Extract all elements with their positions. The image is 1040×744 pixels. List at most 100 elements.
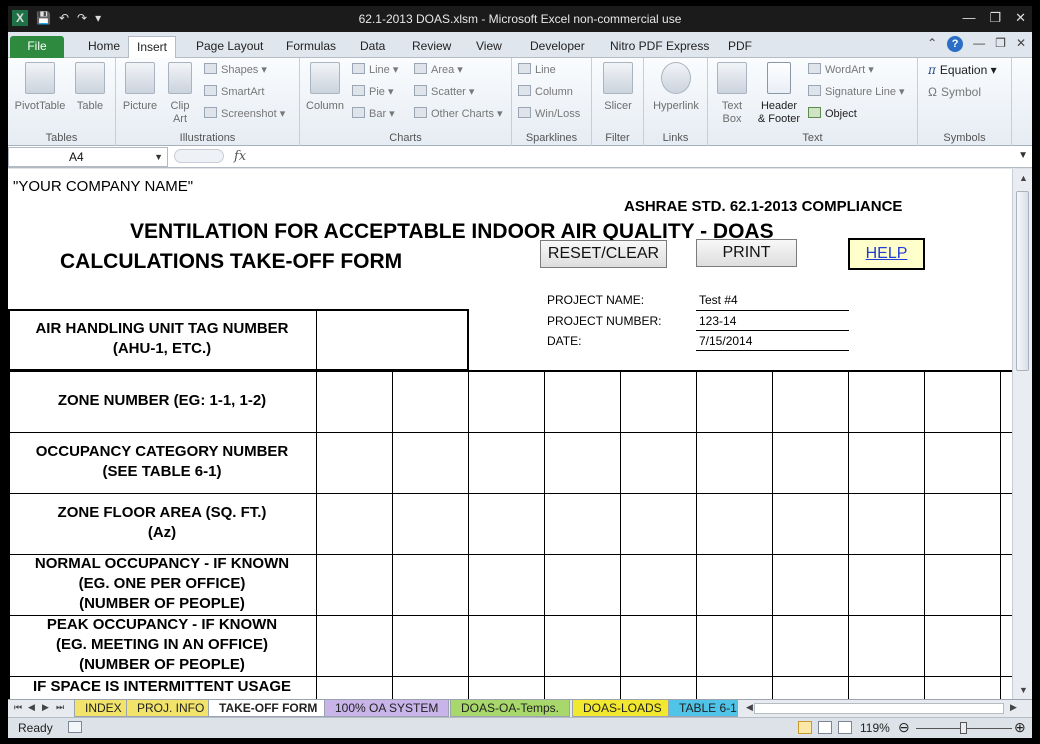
help-button[interactable]: HELP <box>848 238 925 270</box>
row-label-line1: IF SPACE IS INTERMITTENT USAGE <box>32 678 292 695</box>
reset-clear-button[interactable]: RESET/CLEAR <box>540 240 667 268</box>
workbook-minimize-icon[interactable]: — <box>973 36 985 52</box>
shapes-label: Shapes <box>221 64 259 76</box>
smartart-button[interactable]: SmartArt <box>204 84 264 100</box>
vertical-scroll-thumb[interactable] <box>1016 191 1029 371</box>
hyperlink-button[interactable]: Hyperlink <box>648 62 704 113</box>
hscroll-left-icon[interactable]: ◀ <box>746 702 753 713</box>
row-label-line1: NORMAL OCCUPANCY - IF KNOWN <box>34 555 290 572</box>
expand-formula-bar-icon[interactable]: ▼ <box>1018 150 1028 161</box>
tab-data[interactable]: Data <box>352 36 393 58</box>
sheet-tab-bar: ⏮ ◀ ▶ ⏭ INDEX PROJ. INFO TAKE-OFF FORM 1… <box>8 699 1032 717</box>
group-label-filter: Filter <box>605 132 630 144</box>
line-chart-button[interactable]: Line ▾ <box>352 62 398 78</box>
vertical-scrollbar[interactable]: ▲ ▼ <box>1012 169 1032 699</box>
next-sheet-icon[interactable]: ▶ <box>42 702 49 713</box>
insert-function-icon[interactable]: fx <box>234 149 246 164</box>
name-box-dropdown-icon[interactable]: ▼ <box>154 148 163 166</box>
sheet-tab-table-6-1[interactable]: TABLE 6-1 <box>668 700 738 717</box>
sheet-tab-take-off-form[interactable]: TAKE-OFF FORM <box>208 700 329 717</box>
sparkline-column-button[interactable]: Column <box>518 84 573 100</box>
help-icon[interactable]: ? <box>947 36 964 52</box>
close-icon[interactable]: ✕ <box>1015 10 1026 26</box>
formula-input[interactable] <box>256 149 996 165</box>
sheet-tab-index[interactable]: INDEX <box>74 700 133 717</box>
page-layout-view-icon[interactable] <box>818 721 832 734</box>
form-heading: VENTILATION FOR ACCEPTABLE INDOOR AIR QU… <box>130 220 774 243</box>
bar-chart-label: Bar <box>369 108 387 120</box>
zoom-in-icon[interactable]: ⊕ <box>1014 719 1026 736</box>
tab-developer[interactable]: Developer <box>522 36 593 58</box>
project-number-value[interactable]: 123-14 <box>699 314 736 328</box>
pie-chart-button[interactable]: Pie ▾ <box>352 84 393 100</box>
project-number-label: PROJECT NUMBER: <box>547 314 662 328</box>
normal-view-icon[interactable] <box>798 721 812 734</box>
screenshot-button[interactable]: Screenshot ▾ <box>204 106 285 122</box>
ahu-tag-input[interactable] <box>318 311 467 369</box>
last-sheet-icon[interactable]: ⏭ <box>56 702 64 713</box>
symbol-button[interactable]: Ω Symbol <box>928 84 981 100</box>
name-box[interactable]: A4 ▼ <box>8 147 168 167</box>
bar-chart-button[interactable]: Bar ▾ <box>352 106 395 122</box>
hscroll-right-icon[interactable]: ▶ <box>1010 702 1017 713</box>
column-chart-button[interactable]: Column <box>304 62 346 113</box>
worksheet[interactable]: "YOUR COMPANY NAME" ASHRAE STD. 62.1-201… <box>8 169 1012 699</box>
collapse-ribbon-icon[interactable]: ⌃ <box>927 36 937 52</box>
slicer-button[interactable]: Slicer <box>598 62 638 113</box>
sheet-tab-proj-info[interactable]: PROJ. INFO <box>126 700 216 717</box>
header-footer-button[interactable]: Header & Footer <box>754 62 804 126</box>
group-label-sparklines: Sparklines <box>525 132 578 144</box>
ribbon-right-controls: ⌃ ? — ❐ ✕ <box>927 36 1026 52</box>
sheet-tab-doas-oa-temps[interactable]: DOAS-OA-Temps. <box>450 700 571 717</box>
page-break-view-icon[interactable] <box>838 721 852 734</box>
sheet-tab-doas-loads[interactable]: DOAS-LOADS <box>572 700 673 717</box>
tab-formulas[interactable]: Formulas <box>278 36 344 58</box>
row-label-line1: ZONE NUMBER (EG: 1-1, 1-2) <box>57 392 267 409</box>
workbook-close-icon[interactable]: ✕ <box>1016 36 1026 52</box>
pivottable-button[interactable]: PivotTable <box>12 62 68 113</box>
sheet-tab-100-oa-system[interactable]: 100% OA SYSTEM <box>324 700 450 717</box>
scroll-down-icon[interactable]: ▼ <box>1019 685 1028 695</box>
date-value[interactable]: 7/15/2014 <box>699 334 752 348</box>
wordart-button[interactable]: WordArt ▾ <box>808 62 874 78</box>
tab-pdf[interactable]: PDF <box>720 36 760 58</box>
clip-art-button[interactable]: Clip Art <box>164 62 196 126</box>
shapes-button[interactable]: Shapes ▾ <box>204 62 267 78</box>
table-button[interactable]: Table <box>72 62 108 113</box>
tab-view[interactable]: View <box>468 36 510 58</box>
tab-review[interactable]: Review <box>404 36 459 58</box>
signature-line-button[interactable]: Signature Line ▾ <box>808 84 905 100</box>
picture-button[interactable]: Picture <box>122 62 158 113</box>
minimize-icon[interactable]: — <box>962 10 975 26</box>
horizontal-scrollbar[interactable] <box>754 703 1004 714</box>
prev-sheet-icon[interactable]: ◀ <box>28 702 35 713</box>
tab-insert[interactable]: Insert <box>128 36 177 58</box>
zoom-out-icon[interactable]: ⊖ <box>898 719 910 736</box>
zoom-slider-thumb[interactable] <box>960 722 967 734</box>
area-chart-button[interactable]: Area ▾ <box>414 62 463 78</box>
formula-bar-splitter[interactable] <box>174 149 224 163</box>
sparkline-winloss-button[interactable]: Win/Loss <box>518 106 580 122</box>
print-button[interactable]: PRINT <box>696 239 797 267</box>
scroll-up-icon[interactable]: ▲ <box>1019 173 1028 183</box>
workbook-restore-icon[interactable]: ❐ <box>995 36 1006 52</box>
tab-page-layout[interactable]: Page Layout <box>188 36 271 58</box>
first-sheet-icon[interactable]: ⏮ <box>14 702 22 713</box>
macro-record-icon[interactable] <box>68 721 82 733</box>
equation-button[interactable]: π Equation ▾ <box>928 62 997 78</box>
row-label-line2: (SEE TABLE 6-1) <box>102 463 222 480</box>
other-charts-button[interactable]: Other Charts ▾ <box>414 106 503 122</box>
tab-nitro-pdf[interactable]: Nitro PDF Express <box>602 36 717 58</box>
tab-file[interactable]: File <box>10 36 64 58</box>
project-number-underline <box>696 330 849 331</box>
sparkline-line-button[interactable]: Line <box>518 62 556 78</box>
restore-icon[interactable]: ❐ <box>989 10 1001 26</box>
tab-home[interactable]: Home <box>80 36 128 58</box>
object-button[interactable]: Object <box>808 106 857 122</box>
scatter-chart-button[interactable]: Scatter ▾ <box>414 84 474 100</box>
text-box-button[interactable]: Text Box <box>712 62 752 126</box>
symbol-label: Symbol <box>940 85 981 99</box>
grid-col-line <box>316 370 317 699</box>
zoom-level[interactable]: 119% <box>860 721 890 735</box>
project-name-value[interactable]: Test #4 <box>699 293 738 307</box>
